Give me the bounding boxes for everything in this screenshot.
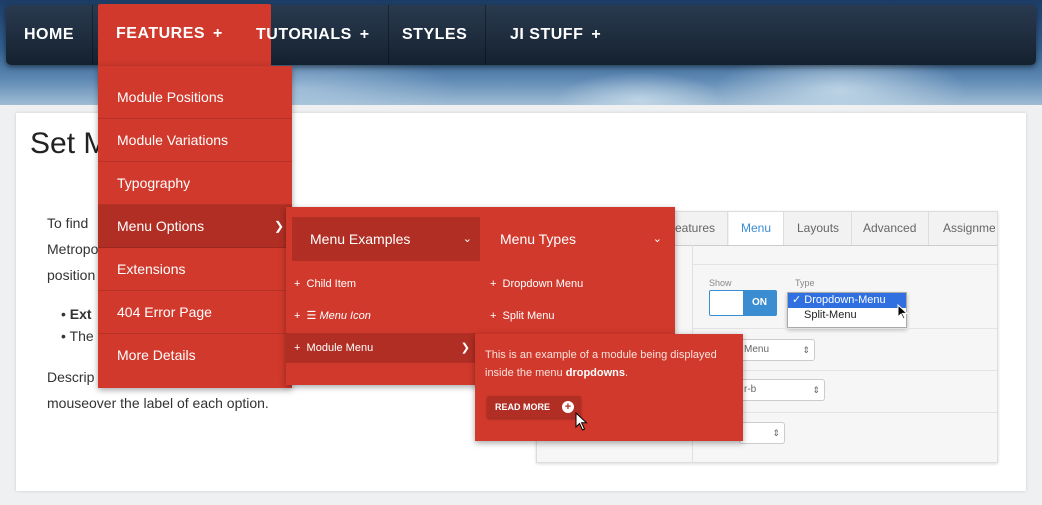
- bullet-text: Ext: [69, 306, 92, 322]
- submenu-label: Module Menu: [306, 342, 374, 354]
- chevron-updown-icon: ⇕: [772, 428, 780, 438]
- para-line: Metropo: [47, 241, 99, 257]
- nav-tutorials-label: TUTORIALS: [256, 26, 352, 43]
- dropdown-option[interactable]: ✓ Dropdown-Menu: [788, 293, 906, 308]
- bullet-text: The: [69, 328, 94, 344]
- menu-select[interactable]: Menu ⇕: [739, 339, 815, 361]
- menu-examples-header[interactable]: Menu Examples ⌄: [292, 217, 480, 261]
- cursor-icon: [575, 412, 588, 431]
- submenu-label: Dropdown Menu: [502, 278, 584, 290]
- tab-advanced[interactable]: Advanced: [851, 212, 930, 245]
- nav-ji-stuff[interactable]: JI STUFF +: [492, 5, 619, 65]
- menu-item-label: Menu Options: [117, 218, 205, 234]
- menu-types-header[interactable]: Menu Types ⌄: [482, 217, 670, 261]
- para-line: position: [47, 267, 96, 283]
- chevron-updown-icon: ⇕: [802, 345, 810, 355]
- plus-icon: +: [591, 26, 602, 43]
- tab-assignments[interactable]: Assignme: [931, 212, 1008, 245]
- page-title: Set M: [30, 127, 109, 160]
- submenu-label: Child Item: [306, 278, 357, 290]
- column-title: Menu Types: [500, 231, 577, 247]
- menu-item-menu-options[interactable]: Menu Options ❯: [98, 205, 292, 248]
- submenu-module-menu[interactable]: + Module Menu ❯: [286, 333, 476, 363]
- toggle-on-label: ON: [743, 291, 776, 315]
- para-line: Descrip: [47, 369, 95, 385]
- select-value: Menu: [744, 344, 770, 355]
- para-line: To find: [47, 215, 89, 231]
- menu-item-typography[interactable]: Typography: [98, 162, 292, 205]
- divider: [692, 328, 997, 329]
- submenu-dropdown-menu[interactable]: + Dropdown Menu: [482, 269, 670, 299]
- menu-item-extensions[interactable]: Extensions: [98, 248, 292, 291]
- nav-home[interactable]: HOME: [6, 5, 93, 65]
- features-dropdown: Module Positions Module Variations Typog…: [98, 66, 292, 388]
- divider: [692, 264, 997, 265]
- bullet-item: • The: [61, 328, 94, 344]
- module-menu-panel: This is an example of a module being dis…: [475, 334, 743, 441]
- chevron-down-icon: ⌄: [462, 233, 472, 245]
- dropdown-option[interactable]: Split-Menu: [788, 308, 906, 323]
- submenu-child-item[interactable]: + Child Item: [286, 269, 476, 299]
- plus-icon: +: [213, 25, 223, 42]
- para-line: mouseover the label of each option.: [47, 395, 269, 411]
- main-navbar: HOME FEATURES + TUTORIALS + STYLES JI STUF…: [6, 4, 1036, 66]
- select-value: r-b: [744, 384, 757, 395]
- tab-layouts[interactable]: Layouts: [785, 212, 853, 245]
- nav-styles[interactable]: STYLES: [384, 5, 487, 65]
- cursor-icon: [897, 304, 909, 320]
- chevron-down-icon: ⌄: [652, 233, 662, 245]
- tab-menu[interactable]: Menu: [729, 212, 785, 245]
- menu-item-404-error-page[interactable]: 404 Error Page: [98, 291, 292, 334]
- nav-features-label: FEATURES: [116, 25, 206, 42]
- nav-styles-label: STYLES: [402, 26, 468, 43]
- read-more-button[interactable]: READ MORE +: [487, 396, 581, 418]
- plus-icon: +: [359, 26, 370, 43]
- submenu-menu-icon[interactable]: + ☰ Menu Icon: [286, 301, 476, 331]
- show-toggle[interactable]: ON: [709, 290, 777, 316]
- plus-circle-icon: +: [562, 401, 574, 413]
- description-end: .: [625, 367, 629, 379]
- extra-select[interactable]: ⇕: [739, 422, 785, 444]
- type-dropdown[interactable]: ✓ Dropdown-Menu Split-Menu: [787, 292, 907, 328]
- menu-item-module-positions[interactable]: Module Positions: [98, 76, 292, 119]
- submenu-label: Split Menu: [502, 310, 555, 322]
- chevron-right-icon: ❯: [273, 219, 284, 233]
- nav-home-label: HOME: [24, 26, 74, 43]
- submenu-split-menu[interactable]: + Split Menu: [482, 301, 670, 331]
- nav-ji-stuff-label: JI STUFF: [510, 26, 584, 43]
- bullet-item: • Ext: [61, 306, 92, 322]
- show-label: Show: [709, 278, 732, 288]
- description-bold: dropdowns: [565, 367, 625, 379]
- chevron-updown-icon: ⇕: [812, 385, 820, 395]
- submenu-label: Menu Icon: [319, 310, 371, 322]
- nav-tutorials[interactable]: TUTORIALS +: [238, 5, 389, 65]
- type-label: Type: [795, 278, 815, 288]
- menu-item-module-variations[interactable]: Module Variations: [98, 119, 292, 162]
- chevron-right-icon: ❯: [460, 342, 470, 354]
- read-more-label: READ MORE: [495, 402, 551, 412]
- menu-item-more-details[interactable]: More Details: [98, 334, 292, 377]
- module-description: This is an example of a module being dis…: [485, 346, 725, 382]
- list-icon: ☰: [306, 310, 317, 322]
- column-title: Menu Examples: [310, 231, 411, 247]
- class-select[interactable]: r-b ⇕: [739, 379, 825, 401]
